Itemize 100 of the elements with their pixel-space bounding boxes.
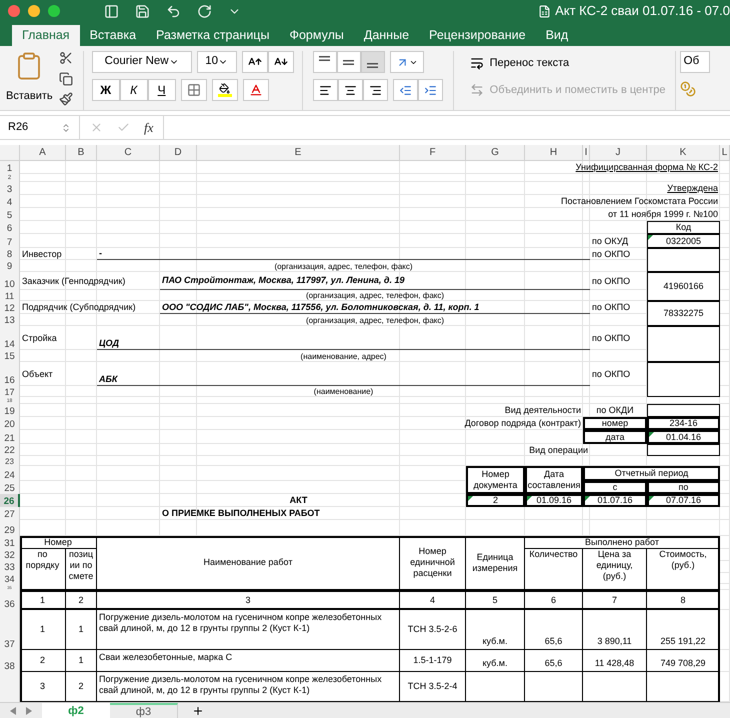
sheet-cell: с xyxy=(583,481,647,494)
sheet-cell-text: (наименование) xyxy=(312,386,374,397)
row-header[interactable]: 36 xyxy=(0,590,20,610)
row-header[interactable]: 12 xyxy=(0,301,20,314)
sheet-cell: по xyxy=(647,481,720,494)
ribbon-tab[interactable]: Данные xyxy=(354,25,420,46)
column-header[interactable]: I xyxy=(583,145,590,161)
underline-button[interactable]: Ч xyxy=(148,79,176,101)
ribbon-tab[interactable]: Вставка xyxy=(80,25,146,46)
table-cell: куб.м. xyxy=(466,650,525,672)
column-header[interactable]: B xyxy=(66,145,97,161)
row-header[interactable]: 15 xyxy=(0,350,20,362)
row-header[interactable]: 14 xyxy=(0,326,20,350)
sheet-cell: 0322005 xyxy=(647,234,720,248)
row-header[interactable]: 17 xyxy=(0,386,20,397)
sheet-cell: ООО "СОДИС ЛАБ", Москва, 117556, ул. Болотниковская, д. 11, корп. 1 xyxy=(160,301,590,314)
row-header[interactable]: 3 xyxy=(0,182,20,195)
sheet-cell-text: по ОКПО xyxy=(591,248,632,260)
row-header[interactable]: 8 xyxy=(0,248,20,260)
row-header[interactable]: 5 xyxy=(0,208,20,221)
sheet-tab[interactable]: ф3 xyxy=(110,703,178,718)
paste-button[interactable]: Вставить xyxy=(6,51,53,110)
table-cell: 65,6 xyxy=(525,650,583,672)
ribbon-tab[interactable]: Формулы xyxy=(279,25,354,46)
sheet-cell-text: по ОКПО xyxy=(591,332,632,344)
column-heading-cell: Номер единичной расценки xyxy=(400,536,466,590)
row-header[interactable]: 24 xyxy=(0,466,20,481)
window-title: Акт КС-2 сваи 01.07.16 - 07.0 xyxy=(555,2,730,20)
row-header[interactable]: 7 xyxy=(0,234,20,248)
sheet-cell: 01.04.16 xyxy=(647,430,720,444)
number-format-field[interactable]: Об xyxy=(680,51,710,73)
column-header[interactable]: H xyxy=(525,145,583,161)
column-header[interactable]: F xyxy=(400,145,466,161)
bold-button[interactable]: Ж xyxy=(92,79,120,101)
table-cell: куб.м. xyxy=(466,610,525,650)
sheet-cell: Номер документа xyxy=(466,466,525,494)
sheet-cell: 41960166 xyxy=(647,272,720,301)
row-header[interactable]: 26 xyxy=(0,494,20,507)
row-header[interactable]: 37 xyxy=(0,610,20,650)
row-header[interactable]: 29 xyxy=(0,520,20,536)
font-size-field[interactable]: 10 xyxy=(196,51,237,73)
sheet-cell-text: АКТ xyxy=(288,494,308,507)
column-header[interactable]: J xyxy=(590,145,647,161)
ribbon-tab[interactable]: Рецензирование xyxy=(419,25,536,46)
row-header[interactable]: 11 xyxy=(0,290,20,301)
ribbon-tab[interactable]: Разметка страницы xyxy=(146,25,280,46)
sheet-cell-text: (наименование, адрес) xyxy=(300,350,388,362)
row-header[interactable]: 1 xyxy=(0,161,20,174)
sheet-cell-text: по ОКПО xyxy=(591,301,632,314)
sheet-cell: Дата составления xyxy=(525,466,583,494)
italic-button[interactable]: К xyxy=(120,79,148,101)
sheet-tab[interactable]: ф2 xyxy=(42,703,110,718)
sheet-cell: - xyxy=(97,248,590,260)
row-header[interactable]: 23 xyxy=(0,456,20,466)
row-header[interactable]: 31 xyxy=(0,536,20,549)
column-header[interactable]: C xyxy=(97,145,160,161)
column-number-cell: 8 xyxy=(647,590,720,610)
column-header[interactable]: G xyxy=(466,145,525,161)
row-header[interactable]: 9 xyxy=(0,260,20,272)
row-header[interactable]: 32 xyxy=(0,549,20,561)
row-header[interactable]: 20 xyxy=(0,417,20,430)
row-header[interactable]: 27 xyxy=(0,507,20,520)
column-number-cell: 2 xyxy=(66,590,97,610)
name-box[interactable]: R26 xyxy=(0,116,80,139)
insert-function-button[interactable]: fx xyxy=(144,118,154,138)
sheet-cell-text: по ОКУД xyxy=(591,234,630,248)
column-header[interactable]: L xyxy=(720,145,730,161)
row-header[interactable]: 22 xyxy=(0,444,20,456)
column-header[interactable]: E xyxy=(197,145,400,161)
row-header[interactable]: 33 xyxy=(0,561,20,573)
sheet-cell-text: от 11 ноября 1999 г. №100 xyxy=(607,208,719,221)
sheet-cell: ЦОД xyxy=(97,326,590,350)
ribbon-tab[interactable]: Вид xyxy=(536,25,578,46)
sheet-cell: 234-16 xyxy=(647,417,720,430)
column-header[interactable]: D xyxy=(160,145,197,161)
font-name-field[interactable]: Courier New xyxy=(92,51,192,73)
row-header[interactable]: 10 xyxy=(0,272,20,290)
row-header[interactable]: 13 xyxy=(0,314,20,326)
column-heading-cell: Стоимость, (руб.) xyxy=(647,549,720,590)
ribbon-tab[interactable]: Главная xyxy=(12,25,80,46)
sheet-cell: Код xyxy=(647,221,720,234)
column-heading-cell: Наименование работ xyxy=(97,536,400,590)
wrap-text-button[interactable]: Перенос текста xyxy=(470,55,675,72)
column-header[interactable]: A xyxy=(20,145,66,161)
row-header[interactable]: 25 xyxy=(0,481,20,494)
table-cell: ТСН 3.5-2-4 xyxy=(400,672,466,702)
row-header[interactable]: 4 xyxy=(0,195,20,208)
sheet-cell: 07.07.16 xyxy=(647,494,720,507)
sheet-cell-text: Подрядчик (Субподрядчик) xyxy=(21,301,137,314)
table-cell: Погружение дизель-молотом на гусеничном копре железобетонных свай длиной, м, до 12 в грунты группы 2 (Куст К-1) xyxy=(97,610,400,650)
column-header[interactable]: K xyxy=(647,145,720,161)
sheet-cell-text: О ПРИЕМКЕ ВЫПОЛНЕНЫХ РАБОТ xyxy=(161,507,321,520)
row-header[interactable]: 21 xyxy=(0,430,20,444)
row-header[interactable]: 6 xyxy=(0,221,20,234)
row-header[interactable]: 38 xyxy=(0,650,20,672)
sheet-cell-text: Вид операции xyxy=(528,444,589,456)
row-header[interactable]: 16 xyxy=(0,362,20,386)
row-header[interactable]: 34 xyxy=(0,573,20,584)
row-header[interactable]: 19 xyxy=(0,404,20,417)
sheet-cell-text: Вид деятельности xyxy=(504,404,582,417)
